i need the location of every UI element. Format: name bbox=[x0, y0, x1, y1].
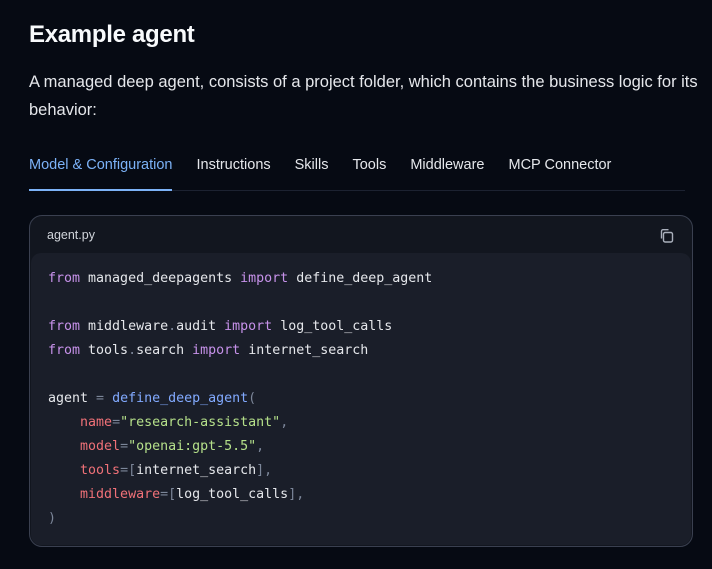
code-token: "openai:gpt-5.5" bbox=[128, 439, 257, 454]
code-token: = bbox=[96, 391, 105, 406]
code-token: , bbox=[280, 415, 289, 430]
code-token: =[ bbox=[160, 487, 177, 502]
code-token: =[ bbox=[120, 463, 137, 478]
code-token: import bbox=[224, 319, 273, 334]
tab-model-configuration[interactable]: Model & Configuration bbox=[29, 150, 173, 191]
code-token: from bbox=[48, 319, 81, 334]
tab-skills[interactable]: Skills bbox=[295, 150, 329, 190]
code-token: import bbox=[192, 343, 241, 358]
code-line: from tools.search import internet_search bbox=[48, 339, 674, 363]
code-line: middleware=[log_tool_calls], bbox=[48, 483, 674, 507]
code-token: middleware bbox=[80, 487, 161, 502]
code-token: ], bbox=[288, 487, 305, 502]
tab-middleware[interactable]: Middleware bbox=[410, 150, 484, 190]
code-token: = bbox=[112, 415, 121, 430]
tab-mcp-connector[interactable]: MCP Connector bbox=[509, 150, 612, 190]
copy-icon[interactable] bbox=[658, 227, 676, 245]
code-token: log_tool_calls bbox=[176, 487, 289, 502]
code-token: tools bbox=[80, 343, 129, 358]
code-token: tools bbox=[80, 463, 121, 478]
code-token: = bbox=[120, 439, 129, 454]
code-line: tools=[internet_search], bbox=[48, 459, 674, 483]
code-token: . bbox=[128, 343, 137, 358]
code-filename: agent.py bbox=[47, 228, 95, 242]
tab-tools[interactable]: Tools bbox=[352, 150, 386, 190]
code-body: from managed_deepagents import define_de… bbox=[31, 253, 691, 545]
code-token: ) bbox=[48, 511, 57, 526]
code-token: from bbox=[48, 271, 81, 286]
code-token: define_deep_agent bbox=[288, 271, 433, 286]
code-token: , bbox=[256, 439, 265, 454]
code-token: from bbox=[48, 343, 81, 358]
code-token: agent bbox=[48, 391, 97, 406]
code-line: from managed_deepagents import define_de… bbox=[48, 267, 674, 291]
tab-instructions[interactable]: Instructions bbox=[196, 150, 270, 190]
code-line: model="openai:gpt-5.5", bbox=[48, 435, 674, 459]
code-content: from managed_deepagents import define_de… bbox=[48, 267, 674, 531]
code-token: define_deep_agent bbox=[112, 391, 249, 406]
code-token: import bbox=[240, 271, 289, 286]
code-token: "research-assistant" bbox=[120, 415, 281, 430]
code-line: name="research-assistant", bbox=[48, 411, 674, 435]
code-token: ], bbox=[256, 463, 273, 478]
code-token: log_tool_calls bbox=[272, 319, 393, 334]
tab-bar: Model & Configuration Instructions Skills T… bbox=[29, 150, 685, 191]
code-token: model bbox=[80, 439, 121, 454]
code-line: from middleware.audit import log_tool_ca… bbox=[48, 315, 674, 339]
code-token: ( bbox=[248, 391, 257, 406]
code-token: internet_search bbox=[240, 343, 369, 358]
code-token: search bbox=[136, 343, 193, 358]
code-token: internet_search bbox=[136, 463, 257, 478]
code-line: ) bbox=[48, 507, 674, 531]
code-line: agent = define_deep_agent( bbox=[48, 387, 674, 411]
code-token: audit bbox=[176, 319, 225, 334]
code-header: agent.py bbox=[30, 216, 692, 254]
code-token: managed_deepagents bbox=[80, 271, 241, 286]
code-token: middleware bbox=[80, 319, 169, 334]
code-token: name bbox=[80, 415, 113, 430]
code-token: . bbox=[168, 319, 177, 334]
page-title: Example agent bbox=[29, 21, 195, 48]
code-block: agent.py from managed_deepagents import … bbox=[29, 215, 693, 547]
intro-text: A managed deep agent, consists of a proj… bbox=[29, 73, 698, 119]
